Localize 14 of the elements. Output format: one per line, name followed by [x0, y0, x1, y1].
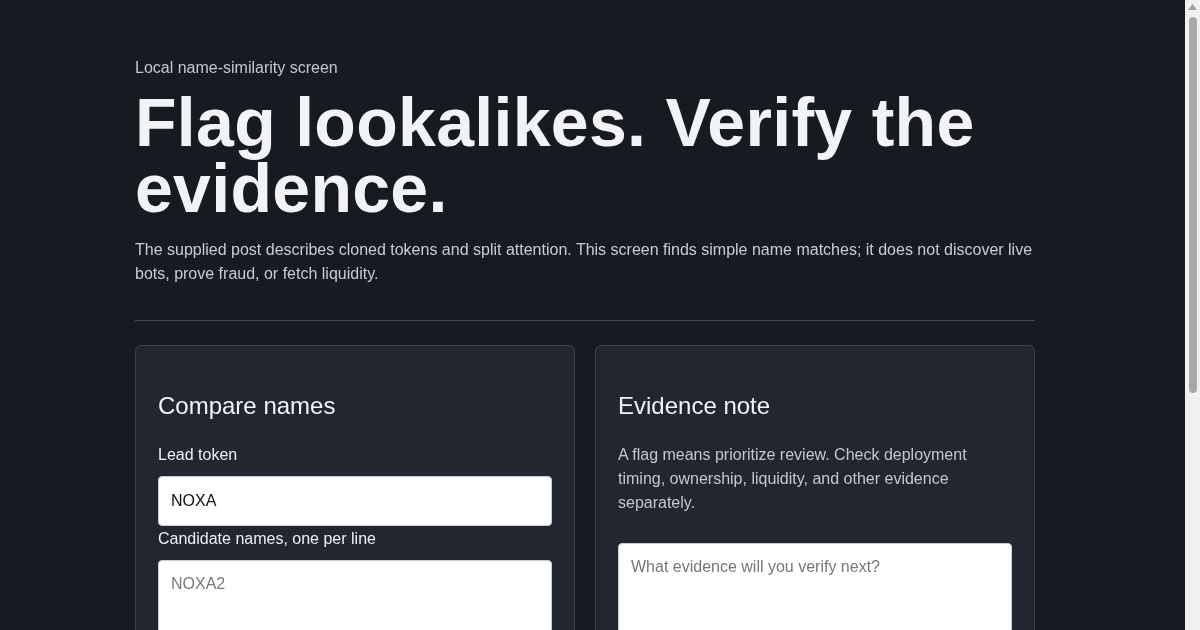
- field-label: Lead token: [158, 446, 239, 464]
- eyebrow-text: Local name-similarity screen: [135, 59, 339, 77]
- input-field[interactable]: NOXA2: [158, 560, 552, 630]
- scrollbar-thumb[interactable]: [1188, 17, 1197, 393]
- input-field[interactable]: What evidence will you verify next?: [618, 543, 1012, 630]
- page-title: Flag lookalikes. Verify the evidence.: [135, 89, 976, 221]
- scroll-up-icon[interactable]: [1188, 4, 1197, 10]
- card-title: Compare names: [158, 392, 337, 420]
- field-label: Candidate names, one per line: [158, 530, 377, 548]
- scrollbar[interactable]: [1185, 0, 1200, 630]
- intro-paragraph: The supplied post describes cloned tokens and split attention. This screen finds simple name matches; it does not discover live bots, prove fraud, or fetch liquidity.: [135, 240, 1034, 284]
- card-title: Evidence note: [618, 392, 772, 420]
- input-field[interactable]: NOXA: [158, 476, 552, 526]
- evidence-paragraph: A flag means prioritize review. Check deployment timing, ownership, liquidity, and other evidence separately.: [618, 445, 968, 513]
